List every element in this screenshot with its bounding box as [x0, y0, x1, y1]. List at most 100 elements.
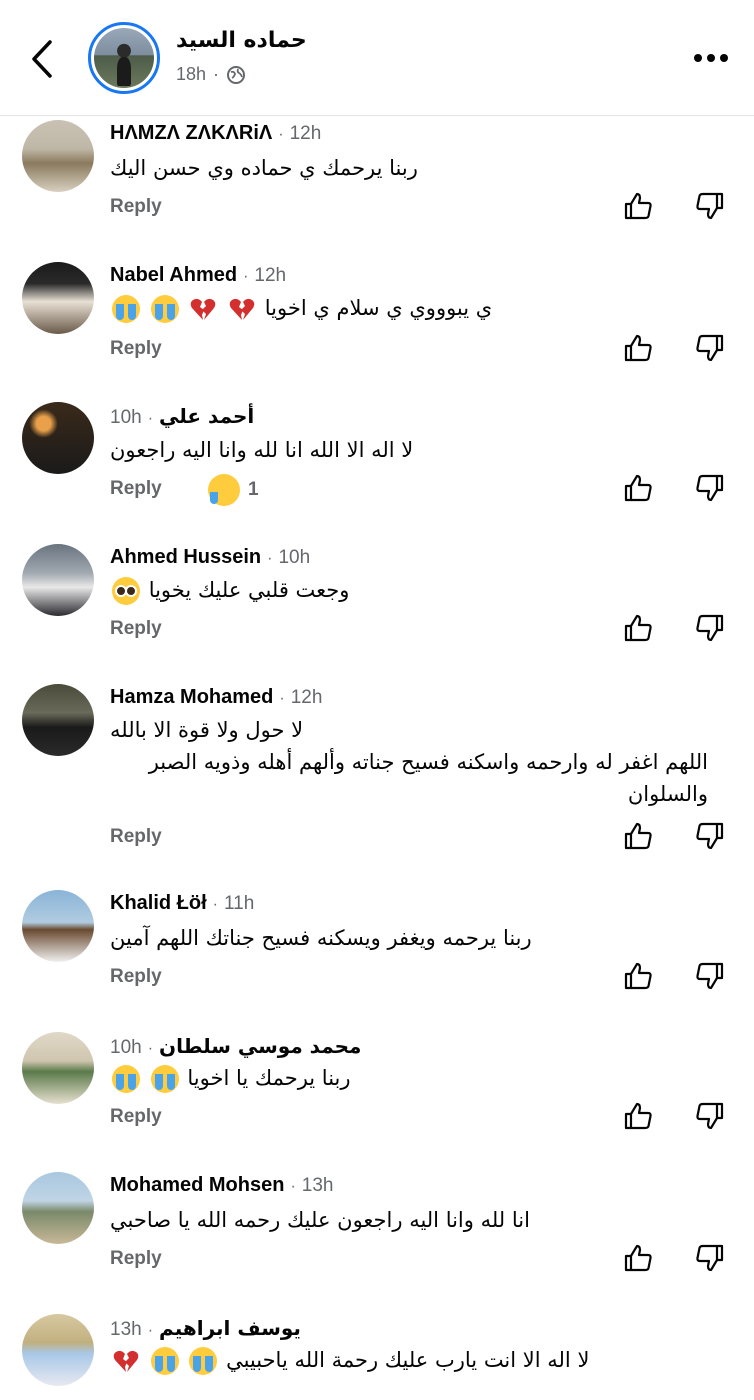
thumbs-up-icon — [624, 334, 652, 362]
commenter-name[interactable]: Khalid Łöł — [110, 892, 207, 915]
like-button[interactable] — [622, 960, 654, 992]
reply-button[interactable]: Reply — [110, 338, 162, 360]
post-meta: 18h · — [176, 64, 246, 85]
broken-heart-icon — [228, 295, 256, 323]
reply-button[interactable]: Reply — [110, 1106, 162, 1128]
thumbs-down-icon — [696, 1244, 724, 1272]
crying-face-icon — [150, 1065, 179, 1093]
like-button[interactable] — [622, 820, 654, 852]
thumbs-up-icon — [624, 1244, 652, 1272]
more-horizontal-icon — [694, 54, 702, 62]
sad-face-icon — [208, 474, 240, 506]
comment-text: ربنا يرحمه ويغفر ويسكنه فسيح جناتك اللهم… — [110, 926, 532, 950]
commenter-name[interactable]: Hamza Mohamed — [110, 686, 273, 709]
dislike-button[interactable] — [694, 332, 726, 364]
like-button[interactable] — [622, 1242, 654, 1274]
thumbs-down-icon — [696, 962, 724, 990]
reply-button[interactable]: Reply — [110, 478, 162, 500]
comment-text: ربنا يرحمك يا اخويا — [110, 1062, 351, 1094]
dislike-button[interactable] — [694, 472, 726, 504]
crying-face-icon — [189, 1347, 218, 1375]
comment-text: لا اله الا انت يارب عليك رحمة الله ياحبي… — [110, 1344, 589, 1376]
commenter-name[interactable]: Mohamed Mohsen — [110, 1174, 284, 1197]
like-button[interactable] — [622, 190, 654, 222]
back-button[interactable] — [22, 36, 66, 82]
dislike-button[interactable] — [694, 612, 726, 644]
post-time: 18h — [176, 64, 207, 84]
crying-face-icon — [112, 295, 140, 323]
comment-time: 12h — [254, 265, 287, 286]
crying-face-icon — [150, 295, 179, 323]
dislike-button[interactable] — [694, 190, 726, 222]
comment-time: 10h — [278, 547, 311, 568]
reply-button[interactable]: Reply — [110, 826, 162, 848]
broken-heart-icon — [112, 1347, 140, 1375]
reaction-count: 1 — [248, 479, 259, 500]
comment-text: لا حول ولا قوة الا بالله اللهم اغفر له و… — [110, 718, 708, 806]
commenter-name[interactable]: محمد موسي سلطان — [159, 1034, 361, 1058]
dislike-button[interactable] — [694, 820, 726, 852]
reply-button[interactable]: Reply — [110, 1248, 162, 1270]
thumbs-down-icon — [696, 192, 724, 220]
globe-icon — [227, 65, 246, 84]
post-header: حماده السيد 18h · — [0, 0, 754, 116]
comment-text: ربنا يرحمك ي حماده وي حسن اليك — [110, 156, 418, 180]
author-name[interactable]: حماده السيد — [176, 28, 307, 53]
dislike-button[interactable] — [694, 960, 726, 992]
commenter-name[interactable]: Ahmed Hussein — [110, 546, 261, 569]
author-avatar-ring[interactable] — [88, 22, 160, 94]
comment-text: انا لله وانا اليه راجعون عليك رحمه الله … — [110, 1208, 530, 1232]
reply-button[interactable]: Reply — [110, 966, 162, 988]
crying-face-icon — [150, 1347, 179, 1375]
thumbs-down-icon — [696, 822, 724, 850]
pleading-face-icon — [112, 577, 140, 605]
commenter-name[interactable]: Nabel Ahmed — [110, 264, 237, 287]
comment-time: 10h — [110, 407, 142, 428]
thumbs-up-icon — [624, 614, 652, 642]
thumbs-up-icon — [624, 962, 652, 990]
meta-separator: · — [213, 64, 220, 84]
dislike-button[interactable] — [694, 1242, 726, 1274]
broken-heart-icon — [189, 295, 217, 323]
comment-time: 11h — [224, 893, 255, 914]
commenter-avatar[interactable] — [22, 120, 94, 192]
thumbs-up-icon — [624, 192, 652, 220]
like-button[interactable] — [622, 612, 654, 644]
commenter-avatar[interactable] — [22, 402, 94, 474]
like-button[interactable] — [622, 472, 654, 504]
more-options-button[interactable] — [690, 46, 732, 70]
comment-time: 12h — [290, 687, 323, 708]
like-button[interactable] — [622, 332, 654, 364]
commenter-name[interactable]: يوسف ابراهيم — [159, 1316, 301, 1340]
thumbs-down-icon — [696, 1102, 724, 1130]
crying-face-icon — [112, 1065, 140, 1093]
thumbs-down-icon — [696, 334, 724, 362]
comment-time: 13h — [301, 1175, 334, 1196]
like-button[interactable] — [622, 1100, 654, 1132]
commenter-name[interactable]: HΛMZΛ ZΛKΛRiΛ — [110, 122, 272, 145]
thumbs-down-icon — [696, 614, 724, 642]
commenter-avatar[interactable] — [22, 890, 94, 962]
reply-button[interactable]: Reply — [110, 196, 162, 218]
reaction-summary[interactable]: 1 — [208, 474, 259, 506]
thumbs-down-icon — [696, 474, 724, 502]
comment-time: 12h — [289, 123, 322, 144]
chevron-left-icon — [32, 40, 52, 78]
dislike-button[interactable] — [694, 1100, 726, 1132]
thumbs-up-icon — [624, 822, 652, 850]
commenter-avatar[interactable] — [22, 1172, 94, 1244]
thumbs-up-icon — [624, 474, 652, 502]
comment-text: وجعت قلبي عليك يخويا — [110, 574, 349, 606]
author-avatar — [94, 28, 154, 88]
commenter-avatar[interactable] — [22, 1314, 94, 1386]
thumbs-up-icon — [624, 1102, 652, 1130]
commenter-avatar[interactable] — [22, 544, 94, 616]
comment-text: لا اله الا الله انا لله وانا اليه راجعون — [110, 438, 414, 462]
comment-text: ي يبوووي ي سلام ي اخويا — [110, 292, 492, 324]
comment-time: 10h — [110, 1037, 142, 1058]
commenter-avatar[interactable] — [22, 1032, 94, 1104]
commenter-avatar[interactable] — [22, 262, 94, 334]
reply-button[interactable]: Reply — [110, 618, 162, 640]
commenter-name[interactable]: أحمد علي — [159, 404, 254, 428]
commenter-avatar[interactable] — [22, 684, 94, 756]
